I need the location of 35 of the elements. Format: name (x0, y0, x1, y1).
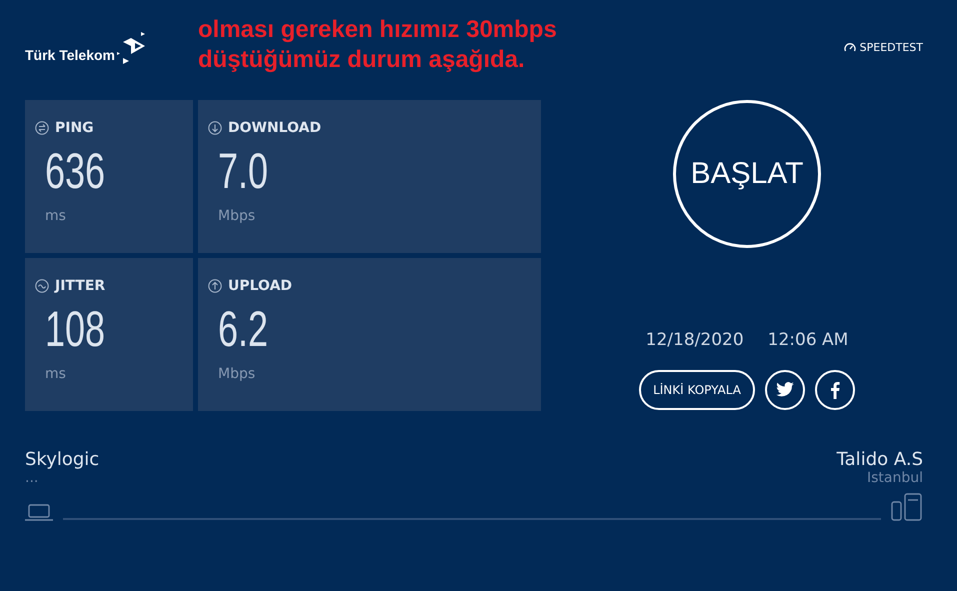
metric-unit: Mbps (218, 366, 256, 382)
gauge-icon (844, 42, 856, 52)
start-button[interactable]: BAŞLAT (673, 100, 821, 248)
metric-unit: ms (45, 366, 67, 382)
copy-link-button[interactable]: LİNKİ KOPYALA (639, 370, 755, 410)
annotation-text: olması gereken hızımız 30mbps (198, 15, 558, 45)
client-detail: ... (25, 470, 40, 486)
metric-label: PING (55, 120, 94, 136)
server-location: Istanbul (866, 470, 923, 486)
client-isp: Skylogic (25, 449, 100, 470)
wave-icon (35, 279, 49, 293)
server-name: Talido A.S (836, 449, 923, 470)
server-icon (891, 492, 923, 522)
metric-unit: Mbps (218, 208, 256, 224)
laptop-icon (25, 502, 53, 522)
bird-share-button[interactable] (764, 370, 805, 410)
ping-icon (35, 121, 49, 135)
bird-icon (774, 382, 795, 398)
metric-unit: ms (45, 208, 67, 224)
metric-label: UPLOAD (228, 278, 292, 294)
test-time: 12:06 AM (768, 330, 848, 350)
metric-value: 108 (45, 300, 106, 358)
f-letter-icon (830, 381, 840, 399)
upload-icon (208, 279, 222, 293)
metric-value: 6.2 (218, 300, 268, 358)
logo-text: Türk Telekom (25, 47, 115, 63)
metric-value: 636 (45, 142, 106, 200)
brand-name: SPEEDTEST (860, 40, 923, 54)
annotation-text: düştüğümüz durum aşağıda. (198, 45, 526, 75)
test-date: 12/18/2020 (646, 330, 744, 350)
metric-label: JITTER (55, 278, 106, 294)
metric-value: 7.0 (218, 142, 268, 200)
f-share-button[interactable] (814, 370, 855, 410)
metric-label: DOWNLOAD (228, 120, 322, 136)
download-icon (208, 121, 222, 135)
